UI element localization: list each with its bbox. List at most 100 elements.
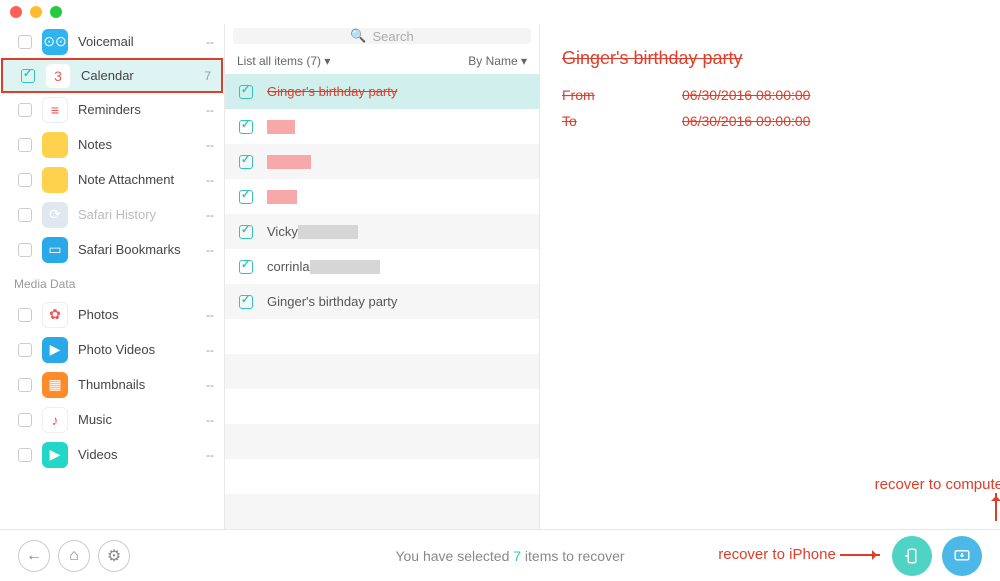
detail-title: Ginger's birthday party <box>562 48 978 69</box>
sidebar-item-count: 7 <box>204 69 211 83</box>
list-row[interactable]: corrinla <box>225 249 539 284</box>
row-checkbox[interactable] <box>239 225 253 239</box>
sidebar-item-reminders[interactable]: ≡Reminders-- <box>0 92 224 127</box>
list-row[interactable]: Vicky <box>225 214 539 249</box>
row-checkbox[interactable] <box>239 190 253 204</box>
sidebar-item-count: -- <box>206 413 214 427</box>
sidebar-item-count: -- <box>206 308 214 322</box>
list-row-empty <box>225 354 539 389</box>
sidebar-item-label: Note Attachment <box>78 172 206 187</box>
sidebar-checkbox[interactable] <box>18 308 32 322</box>
category-icon: ♪ <box>42 407 68 433</box>
sidebar-item-photos[interactable]: ✿ Photos-- <box>0 297 224 332</box>
recover-to-iphone-button[interactable] <box>892 536 932 576</box>
row-text: Ginger's birthday party <box>267 294 397 309</box>
detail-to-label: To <box>562 113 682 129</box>
sidebar-item-thumbnails[interactable]: ▦Thumbnails-- <box>0 367 224 402</box>
row-text: Vicky <box>267 224 298 239</box>
category-icon: ▦ <box>42 372 68 398</box>
minimize-window[interactable] <box>30 6 42 18</box>
maximize-window[interactable] <box>50 6 62 18</box>
sidebar-item-label: Photos <box>78 307 206 322</box>
category-icon: ⊙⊙ <box>42 29 68 55</box>
sidebar-item-label: Safari Bookmarks <box>78 242 206 257</box>
row-checkbox[interactable] <box>239 155 253 169</box>
list-sort-dropdown[interactable]: By Name ▾ <box>468 54 527 68</box>
list-row-empty <box>225 459 539 494</box>
sidebar-item-count: -- <box>206 243 214 257</box>
sidebar-item-photo-videos[interactable]: ▶Photo Videos-- <box>0 332 224 367</box>
settings-button[interactable]: ⚙ <box>98 540 130 572</box>
detail-panel: Ginger's birthday party From 06/30/2016 … <box>540 24 1000 529</box>
sidebar-checkbox[interactable] <box>18 35 32 49</box>
category-icon: ▶ <box>42 337 68 363</box>
sidebar-checkbox[interactable] <box>18 243 32 257</box>
category-icon: ▶ <box>42 442 68 468</box>
back-button[interactable]: ← <box>18 540 50 572</box>
censored-text <box>267 190 297 204</box>
sidebar-item-label: Voicemail <box>78 34 206 49</box>
search-input[interactable]: 🔍 Search <box>233 28 531 44</box>
search-icon: 🔍 <box>350 28 366 44</box>
sidebar-item-voicemail[interactable]: ⊙⊙ Voicemail-- <box>0 24 224 59</box>
sidebar-checkbox[interactable] <box>18 208 32 222</box>
sidebar-checkbox[interactable] <box>18 413 32 427</box>
sidebar-checkbox[interactable] <box>18 138 32 152</box>
sidebar-checkbox[interactable] <box>21 69 35 83</box>
sidebar-item-count: -- <box>206 173 214 187</box>
item-list-panel: 🔍 Search List all items (7) ▾ By Name ▾ … <box>225 24 540 529</box>
sidebar-item-label: Notes <box>78 137 206 152</box>
list-filter-dropdown[interactable]: List all items (7) ▾ <box>237 54 330 68</box>
sidebar-item-calendar[interactable]: 3Calendar7 <box>1 58 223 93</box>
list-row-empty <box>225 319 539 354</box>
footer-status: You have selected 7 items to recover <box>138 548 882 564</box>
sidebar-item-note-attachment[interactable]: Note Attachment-- <box>0 162 224 197</box>
sidebar-item-safari-bookmarks[interactable]: ▭ Safari Bookmarks-- <box>0 232 224 267</box>
list-row[interactable] <box>225 179 539 214</box>
detail-from-label: From <box>562 87 682 103</box>
list-row-empty <box>225 389 539 424</box>
search-placeholder: Search <box>372 29 413 44</box>
download-icon <box>953 547 971 565</box>
category-icon: ▭ <box>42 237 68 263</box>
category-icon: ✿ <box>42 302 68 328</box>
sidebar-checkbox[interactable] <box>18 448 32 462</box>
sidebar-checkbox[interactable] <box>18 343 32 357</box>
detail-from-value: 06/30/2016 08:00:00 <box>682 87 810 103</box>
row-checkbox[interactable] <box>239 85 253 99</box>
sidebar-item-label: Safari History <box>78 207 206 222</box>
censored-text <box>267 120 295 134</box>
row-checkbox[interactable] <box>239 260 253 274</box>
censored-text <box>267 155 311 169</box>
sidebar-checkbox[interactable] <box>18 173 32 187</box>
footer: ← ⌂ ⚙ You have selected 7 items to recov… <box>0 529 1000 581</box>
row-checkbox[interactable] <box>239 120 253 134</box>
phone-icon <box>903 547 921 565</box>
category-icon: ⟳ <box>42 202 68 228</box>
sidebar-item-notes[interactable]: Notes-- <box>0 127 224 162</box>
category-icon <box>42 167 68 193</box>
list-row[interactable]: Ginger's birthday party <box>225 284 539 319</box>
sidebar-item-count: -- <box>206 103 214 117</box>
list-row[interactable] <box>225 144 539 179</box>
sidebar-checkbox[interactable] <box>18 378 32 392</box>
list-row-empty <box>225 424 539 459</box>
list-row[interactable]: Ginger's birthday party <box>225 74 539 109</box>
list-row[interactable] <box>225 109 539 144</box>
sidebar-item-label: Calendar <box>81 68 204 83</box>
sidebar-item-videos[interactable]: ▶Videos-- <box>0 437 224 472</box>
recover-to-computer-button[interactable] <box>942 536 982 576</box>
sidebar-item-count: -- <box>206 208 214 222</box>
sidebar-item-count: -- <box>206 378 214 392</box>
detail-to-value: 06/30/2016 09:00:00 <box>682 113 810 129</box>
home-button[interactable]: ⌂ <box>58 540 90 572</box>
sidebar-item-count: -- <box>206 35 214 49</box>
row-checkbox[interactable] <box>239 295 253 309</box>
category-icon: ≡ <box>42 97 68 123</box>
sidebar-item-safari-history[interactable]: ⟳ Safari History-- <box>0 197 224 232</box>
censored-text <box>310 260 380 274</box>
sidebar-item-music[interactable]: ♪Music-- <box>0 402 224 437</box>
sidebar-checkbox[interactable] <box>18 103 32 117</box>
close-window[interactable] <box>10 6 22 18</box>
sidebar-item-count: -- <box>206 138 214 152</box>
